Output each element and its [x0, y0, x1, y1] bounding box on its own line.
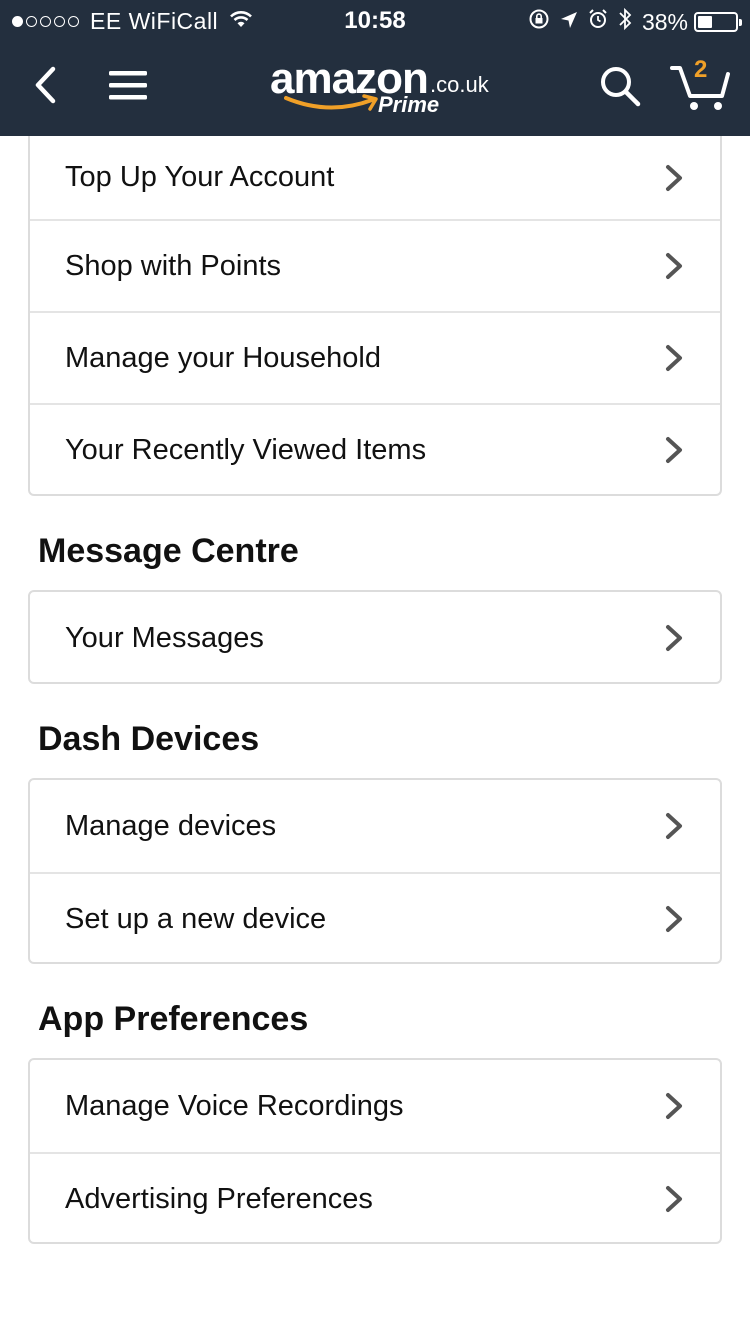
chevron-right-icon [666, 437, 682, 463]
list-item-label: Shop with Points [65, 249, 282, 282]
account-card: Top Up Your Account Shop with Points Man… [28, 136, 722, 496]
search-button[interactable] [592, 58, 648, 114]
status-right: 38% [518, 7, 742, 37]
list-item-label: Manage Voice Recordings [65, 1089, 404, 1122]
location-arrow-icon [560, 9, 578, 36]
list-item-advertising-preferences[interactable]: Advertising Preferences [30, 1152, 720, 1242]
list-item-label: Manage your Household [65, 341, 381, 374]
menu-button[interactable] [100, 60, 156, 110]
chevron-right-icon [666, 906, 682, 932]
app-preferences-card: Manage Voice Recordings Advertising Pref… [28, 1058, 722, 1244]
nav-bar: amazon .co.uk Prime 2 [0, 40, 750, 136]
battery-fill [698, 16, 712, 28]
amazon-prime-logo[interactable]: amazon .co.uk Prime [270, 54, 490, 124]
battery-icon [694, 12, 742, 32]
section-title-dash-devices: Dash Devices [38, 720, 260, 758]
amazon-smile-icon [284, 94, 378, 111]
cart-button[interactable]: 2 [664, 54, 738, 118]
list-item-recently-viewed[interactable]: Your Recently Viewed Items [30, 403, 720, 494]
back-chevron-icon [35, 66, 56, 104]
top-bar: EE WiFiCall 10:58 38% amazon .co.uk Prim… [0, 0, 750, 136]
cart-count-badge: 2 [694, 56, 708, 83]
message-centre-card: Your Messages [28, 590, 722, 684]
chevron-right-icon [666, 345, 682, 371]
list-item-top-up-account[interactable]: Top Up Your Account [30, 136, 720, 219]
list-item-manage-devices[interactable]: Manage devices [30, 780, 720, 872]
hamburger-menu-icon [109, 71, 147, 100]
battery-percent: 38% [641, 8, 688, 35]
list-item-manage-household[interactable]: Manage your Household [30, 311, 720, 403]
list-item-label: Set up a new device [65, 902, 327, 935]
list-item-label: Your Recently Viewed Items [65, 433, 427, 466]
list-item-set-up-new-device[interactable]: Set up a new device [30, 872, 720, 962]
chevron-right-icon [666, 813, 682, 839]
chevron-right-icon [666, 164, 682, 191]
status-bar: EE WiFiCall 10:58 38% [0, 0, 750, 40]
chevron-right-icon [666, 1186, 682, 1212]
list-item-label: Your Messages [65, 621, 264, 654]
list-item-label: Advertising Preferences [65, 1182, 373, 1215]
list-item-label: Manage devices [65, 809, 277, 842]
chevron-right-icon [666, 1093, 682, 1119]
back-button[interactable] [20, 60, 70, 110]
section-title-message-centre: Message Centre [38, 532, 299, 570]
dash-devices-card: Manage devices Set up a new device [28, 778, 722, 964]
alarm-icon [588, 8, 608, 36]
search-icon [601, 67, 641, 107]
bluetooth-icon [618, 7, 632, 37]
list-item-your-messages[interactable]: Your Messages [30, 592, 720, 682]
list-item-label: Top Up Your Account [65, 161, 335, 193]
list-item-manage-voice-recordings[interactable]: Manage Voice Recordings [30, 1060, 720, 1152]
orientation-lock-icon [528, 8, 550, 36]
chevron-right-icon [666, 253, 682, 279]
list-item-shop-with-points[interactable]: Shop with Points [30, 219, 720, 311]
section-title-app-preferences: App Preferences [38, 1000, 309, 1038]
logo-prime: Prime [378, 92, 440, 117]
chevron-right-icon [666, 625, 682, 651]
